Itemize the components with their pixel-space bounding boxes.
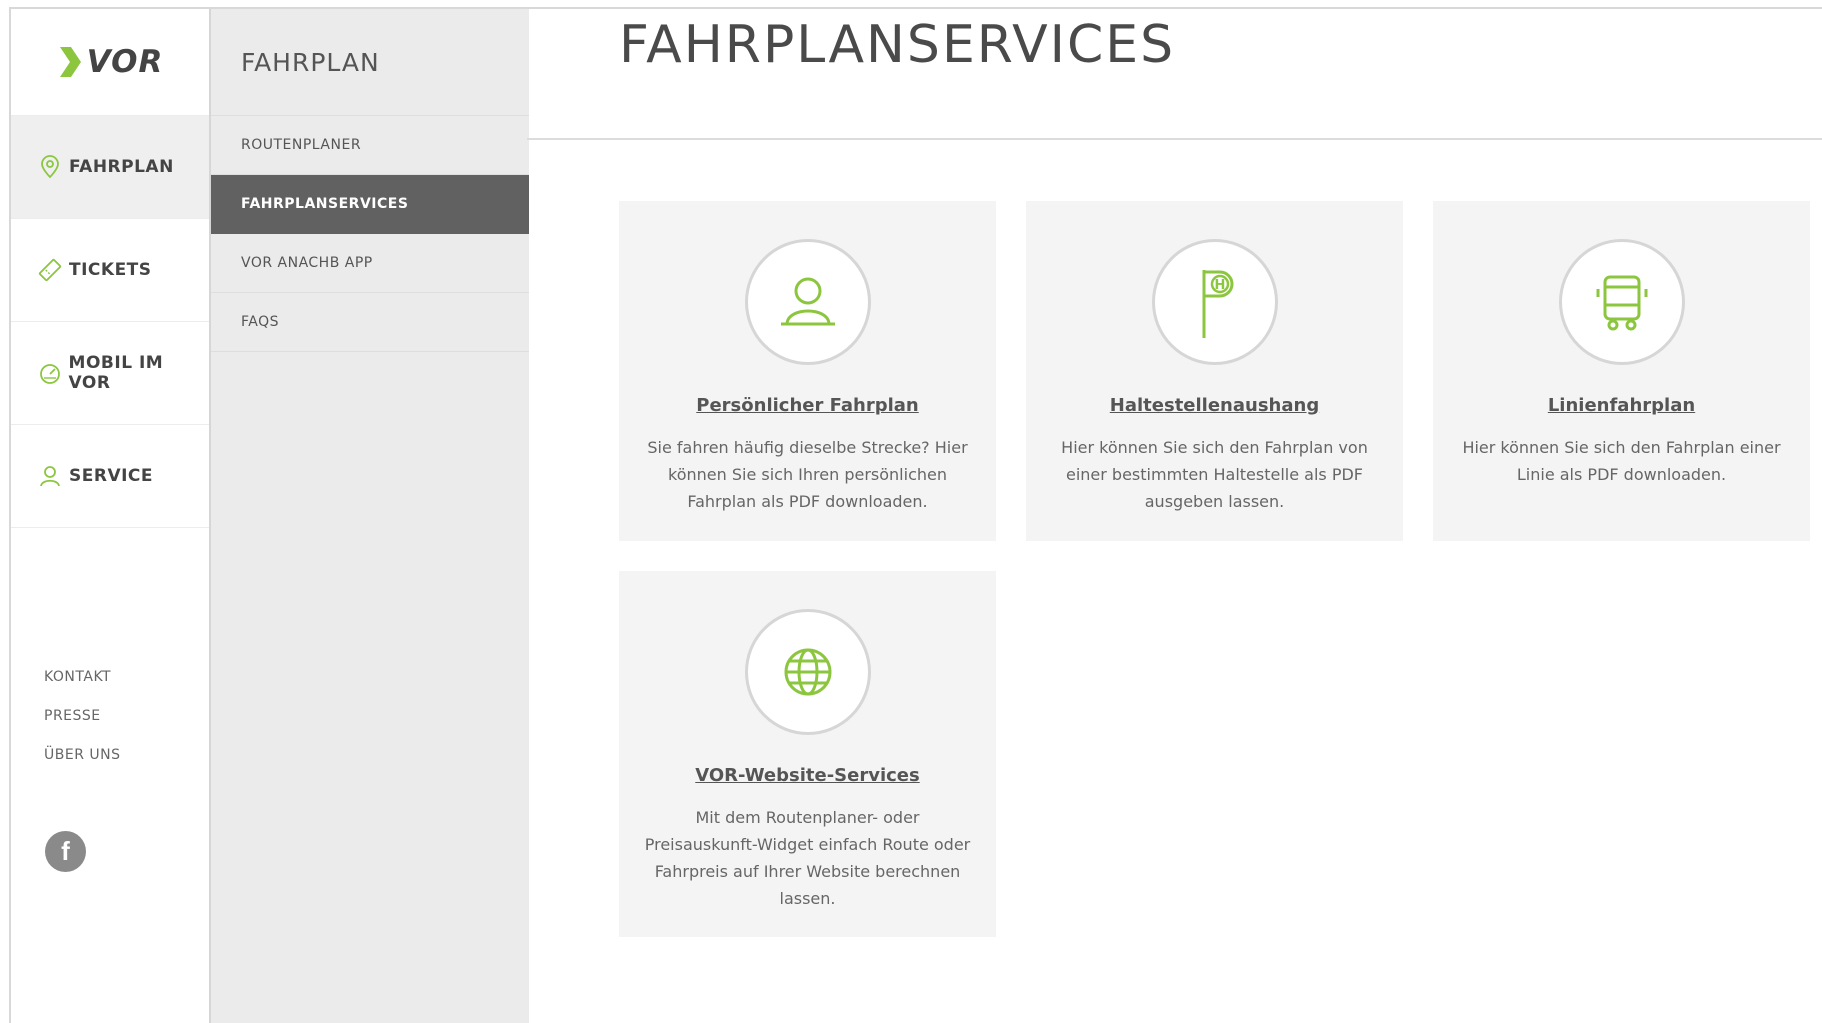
card-icon-circle: H	[1151, 239, 1278, 365]
card-description: Hier können Sie sich den Fahrplan von ei…	[1061, 438, 1368, 511]
card-icon-circle	[744, 609, 871, 735]
bus-icon	[1596, 275, 1647, 331]
nav-item-tickets[interactable]: TICKETS	[11, 219, 209, 322]
globe-icon	[784, 648, 831, 696]
page-title: FAHRPLANSERVICES	[619, 15, 1176, 75]
speedometer-icon	[37, 360, 63, 386]
nav-item-service[interactable]: SERVICE	[11, 425, 209, 528]
header-divider	[527, 138, 1822, 140]
card-description: Mit dem Routenplaner- oder Preisauskunft…	[644, 808, 971, 908]
facebook-icon[interactable]: f	[45, 831, 86, 872]
stop-sign-letter: H	[1214, 278, 1225, 293]
subnav-title: FAHRPLAN	[211, 9, 529, 116]
card-icon-circle	[744, 239, 871, 365]
nav-label: FAHRPLAN	[69, 157, 174, 177]
service-card-haltestellenaushang: H Haltestellenaushang Hier können Sie si…	[1026, 201, 1403, 541]
card-title-link[interactable]: Haltestellenaushang	[1026, 395, 1403, 416]
card-title-link[interactable]: VOR-Website-Services	[619, 765, 996, 786]
nav-label: TICKETS	[69, 260, 152, 280]
sub-sidebar: FAHRPLAN ROUTENPLANER FAHRPLANSERVICES V…	[209, 9, 529, 1023]
logo-text: VOR	[86, 44, 164, 80]
service-card-linienfahrplan: Linienfahrplan Hier können Sie sich den …	[1433, 201, 1810, 541]
subnav-item-routenplaner[interactable]: ROUTENPLANER	[211, 116, 529, 175]
bus-stop-sign-icon: H	[1202, 270, 1233, 338]
person-icon	[37, 463, 63, 489]
subnav-item-vor-anachb-app[interactable]: VOR ANACHB APP	[211, 234, 529, 293]
ticket-icon	[37, 257, 63, 283]
card-description: Sie fahren häufig dieselbe Strecke? Hier…	[647, 438, 968, 511]
nav-label: SERVICE	[69, 466, 154, 486]
service-card-vor-website-services: VOR-Website-Services Mit dem Routenplane…	[619, 571, 996, 937]
nav-label: MOBIL IM VOR	[68, 353, 164, 393]
vor-logo[interactable]: VOR	[11, 9, 209, 116]
footer-link-kontakt[interactable]: KONTAKT	[44, 669, 120, 685]
primary-sidebar: VOR FAHRPLAN TICKETS MOBIL IM VOR SERVIC…	[11, 9, 209, 1023]
card-title-link[interactable]: Persönlicher Fahrplan	[619, 395, 996, 416]
main-content: FAHRPLANSERVICES Persönlicher Fahrplan S…	[527, 9, 1822, 1023]
nav-item-mobil-im-vor[interactable]: MOBIL IM VOR	[11, 322, 209, 425]
vor-chevron-icon	[59, 47, 81, 77]
footer-links: KONTAKT PRESSE ÜBER UNS	[44, 669, 120, 786]
subnav-item-fahrplanservices[interactable]: FAHRPLANSERVICES	[211, 175, 529, 234]
service-card-persoenlicher-fahrplan: Persönlicher Fahrplan Sie fahren häufig …	[619, 201, 996, 541]
card-title-link[interactable]: Linienfahrplan	[1433, 395, 1810, 416]
subnav-item-faqs[interactable]: FAQS	[211, 293, 529, 352]
card-description: Hier können Sie sich den Fahrplan einer …	[1462, 438, 1781, 484]
person-icon	[780, 277, 835, 326]
location-pin-icon	[37, 154, 63, 180]
footer-link-ueber-uns[interactable]: ÜBER UNS	[44, 747, 120, 763]
card-icon-circle	[1558, 239, 1685, 365]
footer-link-presse[interactable]: PRESSE	[44, 708, 120, 724]
nav-item-fahrplan[interactable]: FAHRPLAN	[11, 116, 209, 219]
